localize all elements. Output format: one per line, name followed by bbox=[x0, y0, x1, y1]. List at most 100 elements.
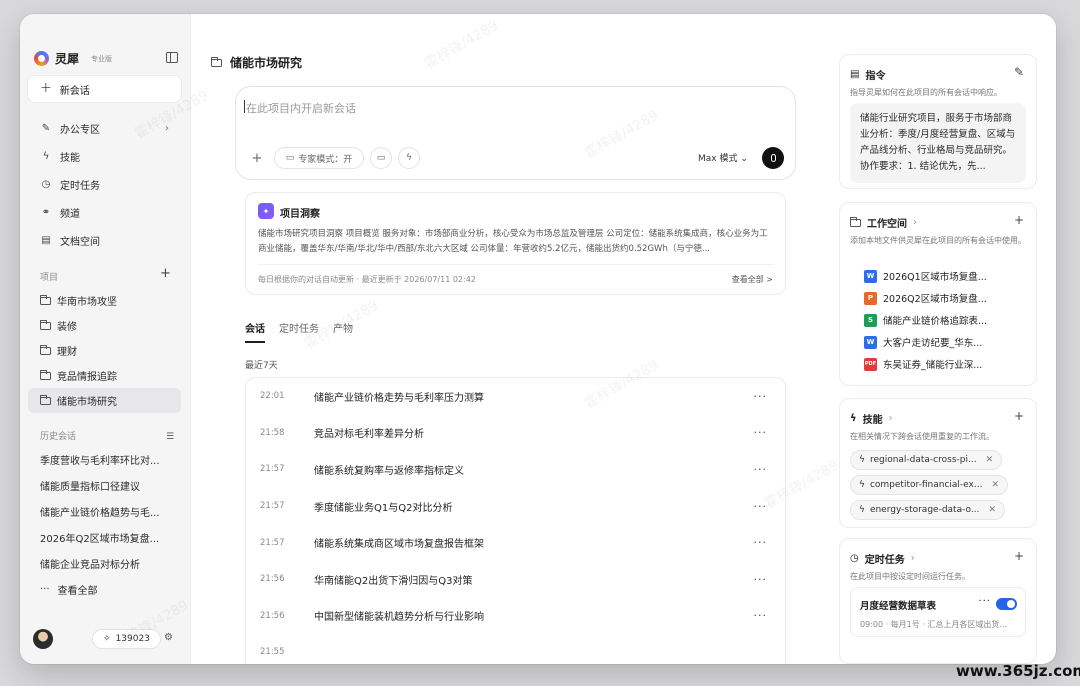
add-skill-button[interactable]: + bbox=[1014, 409, 1024, 423]
credits-value: 139023 bbox=[115, 634, 150, 644]
sidebar-toggle-icon[interactable] bbox=[166, 52, 178, 63]
file-name: 大客户走访纪要_华东... bbox=[883, 338, 983, 349]
project-item[interactable]: 装修 bbox=[28, 313, 181, 338]
close-icon[interactable]: ✕ bbox=[991, 480, 999, 490]
add-project-button[interactable]: + bbox=[160, 266, 171, 281]
lightning-icon: ϟ bbox=[859, 480, 865, 490]
tab-bar: 会话 定时任务 产物 bbox=[245, 320, 353, 343]
word-file-icon: W bbox=[864, 269, 877, 283]
workspace-header[interactable]: 工作空间 › bbox=[849, 215, 917, 230]
more-icon[interactable]: ··· bbox=[754, 573, 768, 586]
history-item[interactable]: 季度营收与毛利率环比对... bbox=[28, 446, 181, 472]
sidebar-item-label: 定时任务 bbox=[60, 180, 100, 192]
filter-icon[interactable]: ☰ bbox=[166, 432, 174, 442]
more-icon[interactable]: ··· bbox=[754, 426, 768, 439]
skill-name: energy-storage-data-o... bbox=[869, 505, 980, 515]
tasks-header[interactable]: ◷ 定时任务 › bbox=[850, 551, 915, 566]
view-all-history-button[interactable]: ··· 查看全部 bbox=[28, 576, 181, 602]
conversation-row[interactable]: 21:58 竞品对标毛利率差异分析 ··· bbox=[246, 415, 785, 452]
plus-icon: + bbox=[40, 80, 52, 96]
task-enabled-toggle[interactable] bbox=[996, 598, 1017, 610]
clock-icon: ◷ bbox=[850, 553, 859, 564]
instructions-header: ▤ 指令 bbox=[850, 67, 885, 82]
add-file-button[interactable]: + bbox=[1014, 213, 1024, 227]
conversation-row[interactable]: 21:57 储能系统集成商区域市场复盘报告框架 ··· bbox=[246, 524, 785, 561]
file-name: 储能产业链价格追踪表... bbox=[883, 316, 988, 327]
project-label: 竞品情报追踪 bbox=[57, 372, 117, 383]
view-all-label: 查看全部 bbox=[57, 585, 98, 597]
conversation-row[interactable]: 21:56 中国新型储能装机趋势分析与行业影响 ··· bbox=[246, 598, 785, 635]
app-window: 灵犀 专业版 + 新会话 ✎ 办公专区 › ϟ 技能 ◷ 定时任务 ⚭ 频道 ▤… bbox=[20, 14, 1056, 664]
more-icon[interactable]: ··· bbox=[754, 536, 768, 549]
conversation-time: 22:01 bbox=[260, 391, 285, 402]
conversation-row[interactable]: 21:55 bbox=[246, 634, 785, 664]
skill-chip[interactable]: ϟ regional-data-cross-pi... ✕ bbox=[850, 450, 1003, 470]
screen-button[interactable]: ▭ bbox=[370, 147, 392, 169]
file-item[interactable]: P 2026Q2区域市场复盘... bbox=[864, 291, 987, 305]
conversation-row[interactable]: 22:01 储能产业链价格走势与毛利率压力测算 ··· bbox=[246, 378, 785, 415]
project-item[interactable]: 竞品情报追踪 bbox=[28, 363, 181, 388]
more-icon[interactable]: ··· bbox=[754, 609, 768, 622]
file-item[interactable]: W 大客户走访纪要_华东... bbox=[864, 335, 982, 349]
page-title-text: 储能市场研究 bbox=[230, 56, 303, 70]
project-insight-card: ✦ 项目洞察 储能市场研究项目洞察 项目概览 服务对象：市场部商业分析，核心受众… bbox=[245, 192, 786, 295]
edit-icon[interactable]: ✎ bbox=[1014, 65, 1024, 79]
project-item-active[interactable]: 储能市场研究 bbox=[28, 388, 181, 413]
instructions-content[interactable]: 储能行业研究项目，服务于市场部商业分析：季度/月度经营复盘、区域与产品线分析、行… bbox=[850, 103, 1026, 183]
skills-header[interactable]: ϟ 技能 › bbox=[850, 411, 893, 426]
skill-chip[interactable]: ϟ competitor-financial-ex... ✕ bbox=[850, 475, 1008, 495]
composer-input[interactable]: 在此项目内开启新会话 bbox=[244, 100, 356, 116]
history-item[interactable]: 储能质量指标口径建议 bbox=[28, 472, 181, 498]
sidebar-item-scheduled-tasks[interactable]: ◷ 定时任务 bbox=[28, 170, 181, 198]
history-item[interactable]: 2026年Q2区域市场复盘... bbox=[28, 524, 181, 550]
project-item[interactable]: 华南市场攻坚 bbox=[28, 288, 181, 313]
instructions-desc: 指导灵犀如何在此项目的所有会话中响应。 bbox=[850, 88, 1002, 97]
project-item[interactable]: 理财 bbox=[28, 338, 181, 363]
conversation-time: 21:57 bbox=[260, 537, 285, 548]
file-item[interactable]: PDF 东吴证券_储能行业深... bbox=[864, 357, 982, 371]
sidebar-item-documents[interactable]: ▤ 文档空间 bbox=[28, 226, 181, 254]
insight-view-all-link[interactable]: 查看全部 > bbox=[732, 274, 773, 285]
chat-composer[interactable]: 在此项目内开启新会话 + ▭ 专家模式：开 ▭ ϟ Max 模式 ⌄ bbox=[235, 86, 796, 180]
conversation-row[interactable]: 21:56 华南储能Q2出货下滑归因与Q3对策 ··· bbox=[246, 561, 785, 598]
tab-scheduled-tasks[interactable]: 定时任务 bbox=[279, 320, 319, 343]
credits-badge[interactable]: ✧ 139023 bbox=[92, 629, 161, 649]
lightning-icon: ϟ bbox=[859, 505, 865, 515]
expert-mode-toggle[interactable]: ▭ 专家模式：开 bbox=[274, 147, 364, 169]
file-item[interactable]: S 储能产业链价格追踪表... bbox=[864, 313, 987, 327]
tab-conversations[interactable]: 会话 bbox=[245, 320, 265, 343]
history-item[interactable]: 储能企业竞品对标分析 bbox=[28, 550, 181, 576]
attach-button[interactable]: + bbox=[246, 147, 268, 169]
close-icon[interactable]: ✕ bbox=[986, 455, 994, 465]
tab-artifacts[interactable]: 产物 bbox=[333, 320, 353, 343]
model-select[interactable]: Max 模式 ⌄ bbox=[698, 151, 748, 164]
conversation-row[interactable]: 21:57 季度储能业务Q1与Q2对比分析 ··· bbox=[246, 488, 785, 525]
settings-icon[interactable]: ⚙ bbox=[164, 632, 173, 643]
new-chat-button[interactable]: + 新会话 bbox=[28, 76, 181, 102]
sidebar-item-office[interactable]: ✎ 办公专区 › bbox=[28, 114, 181, 142]
skill-chip[interactable]: ϟ energy-storage-data-o... ✕ bbox=[850, 500, 1005, 520]
avatar[interactable] bbox=[33, 629, 53, 649]
task-card[interactable]: 月度经营数据草表 ··· 09:00 · 每月1号 · 汇总上月各区域出货... bbox=[850, 587, 1026, 637]
sidebar: 灵犀 专业版 + 新会话 ✎ 办公专区 › ϟ 技能 ◷ 定时任务 ⚭ 频道 ▤… bbox=[20, 14, 190, 664]
chevron-right-icon: › bbox=[165, 122, 169, 134]
sidebar-item-label: 频道 bbox=[60, 208, 80, 220]
add-task-button[interactable]: + bbox=[1014, 549, 1024, 563]
microphone-button[interactable] bbox=[762, 147, 784, 169]
sidebar-item-channels[interactable]: ⚭ 频道 bbox=[28, 198, 181, 226]
more-icon[interactable]: ··· bbox=[978, 596, 991, 607]
conversation-title: 竞品对标毛利率差异分析 bbox=[314, 429, 424, 441]
more-icon[interactable]: ··· bbox=[754, 463, 768, 476]
lightning-icon: ϟ bbox=[42, 150, 50, 162]
more-icon[interactable]: ··· bbox=[754, 500, 768, 513]
instructions-title: 指令 bbox=[865, 71, 886, 82]
more-icon[interactable]: ··· bbox=[754, 390, 768, 403]
conversation-row[interactable]: 21:57 储能系统复购率与返修率指标定义 ··· bbox=[246, 451, 785, 488]
file-item[interactable]: W 2026Q1区域市场复盘... bbox=[864, 269, 987, 283]
history-item[interactable]: 储能产业链价格趋势与毛... bbox=[28, 498, 181, 524]
task-meta: 09:00 · 每月1号 · 汇总上月各区域出货... bbox=[860, 620, 1008, 629]
lightning-button[interactable]: ϟ bbox=[398, 147, 420, 169]
close-icon[interactable]: ✕ bbox=[988, 505, 996, 515]
skills-title: 技能 bbox=[862, 415, 883, 426]
sidebar-item-skills[interactable]: ϟ 技能 bbox=[28, 142, 181, 170]
